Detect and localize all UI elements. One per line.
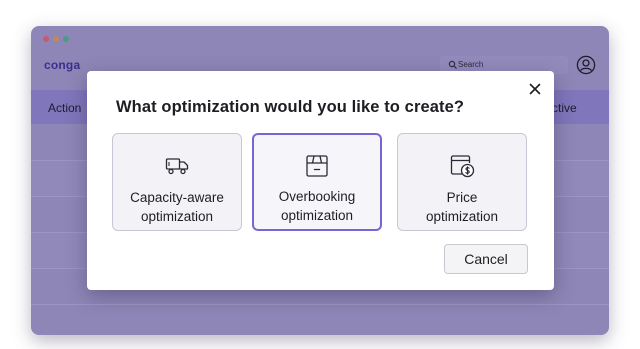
option-label: Capacity-aware optimization [130,190,224,224]
column-header-action[interactable]: Action [48,101,81,115]
truck-icon [165,158,189,175]
close-button[interactable] [527,81,543,97]
option-capacity-aware[interactable]: Capacity-aware optimization [112,133,242,231]
window-maximize-dot[interactable] [63,36,69,42]
window-close-dot[interactable] [43,36,49,42]
row-divider [31,304,609,305]
cancel-button[interactable]: Cancel [444,244,528,274]
option-label: Price optimization [425,190,499,224]
window-minimize-dot[interactable] [53,36,59,42]
option-overbooking[interactable]: Overbooking optimization [252,133,382,231]
user-avatar-icon[interactable] [576,55,596,75]
option-label: Overbooking optimization [278,188,356,223]
search-icon [448,60,457,69]
create-optimization-dialog: What optimization would you like to crea… [87,71,554,290]
option-price[interactable]: Price optimization [397,133,527,231]
price-tag-icon [450,155,475,178]
app-logo: conga [44,58,81,72]
dialog-title: What optimization would you like to crea… [116,98,465,116]
close-icon [529,83,541,95]
column-header-active[interactable]: ctive [552,101,577,115]
box-icon [306,154,328,177]
window-titlebar [31,26,609,50]
